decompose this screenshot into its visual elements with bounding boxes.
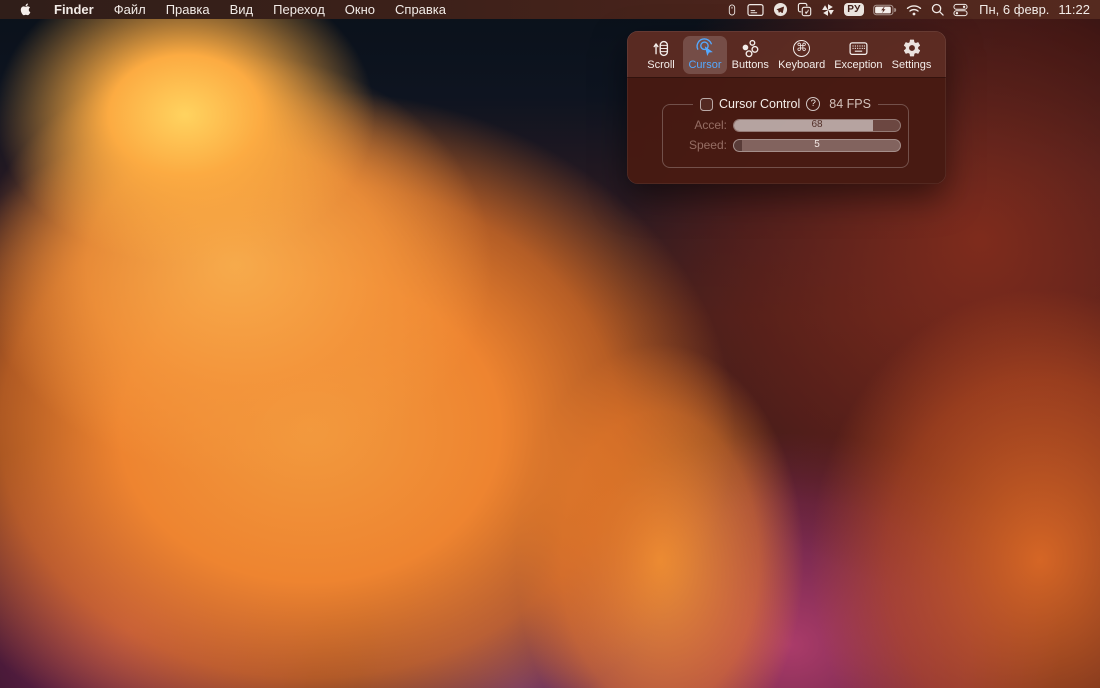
menu-bar-status-area: РУ — [726, 0, 1100, 19]
menu-app-name[interactable]: Finder — [44, 0, 104, 19]
menu-go[interactable]: Переход — [263, 0, 335, 19]
menu-help[interactable]: Справка — [385, 0, 456, 19]
tab-cursor-label: Cursor — [688, 59, 721, 71]
accel-slider[interactable]: 68 — [733, 119, 901, 132]
clock-time: 11:22 — [1058, 2, 1090, 17]
app-list-icon — [848, 38, 869, 59]
popover-tab-bar: Scroll Cursor — [627, 31, 946, 77]
cursor-click-icon — [695, 38, 716, 59]
speed-slider-row: Speed: 5 — [663, 138, 908, 152]
tab-scroll[interactable]: Scroll — [639, 36, 683, 74]
accel-slider-row: Accel: 68 — [663, 118, 908, 132]
accel-label: Accel: — [675, 118, 727, 132]
tab-cursor[interactable]: Cursor — [683, 36, 727, 74]
cursor-tab-content: Cursor Control ? 84 FPS Accel: 68 Speed: — [627, 77, 946, 184]
help-icon[interactable]: ? — [806, 97, 820, 111]
accel-value: 68 — [734, 120, 900, 131]
battery-icon[interactable] — [873, 4, 897, 16]
tab-buttons[interactable]: Buttons — [727, 36, 774, 74]
menu-bar-clock[interactable]: Пн, 6 февр. 11:22 — [977, 2, 1090, 17]
display-icon[interactable] — [747, 3, 764, 17]
speed-label: Speed: — [675, 138, 727, 152]
tab-settings-label: Settings — [892, 59, 932, 71]
tab-keyboard-label: Keyboard — [778, 59, 825, 71]
wifi-icon[interactable] — [906, 4, 922, 16]
desktop: Finder Файл Правка Вид Переход Окно Спра… — [0, 0, 1100, 688]
tab-settings[interactable]: Settings — [887, 36, 936, 74]
cursor-control-header: Cursor Control ? 84 FPS — [700, 97, 871, 111]
menu-bar: Finder Файл Правка Вид Переход Окно Спра… — [0, 0, 1100, 19]
tab-buttons-label: Buttons — [732, 59, 769, 71]
cursor-control-checkbox[interactable] — [700, 98, 713, 111]
mouse-utility-icon[interactable] — [726, 2, 738, 18]
speed-slider[interactable]: 5 — [733, 139, 901, 152]
mouse-buttons-icon — [740, 38, 761, 59]
gear-icon — [902, 38, 922, 59]
menu-edit[interactable]: Правка — [156, 0, 220, 19]
tab-exception-label: Exception — [834, 59, 882, 71]
tab-exception[interactable]: Exception — [830, 36, 887, 74]
input-source-badge[interactable]: РУ — [844, 3, 864, 16]
telegram-icon[interactable] — [773, 2, 788, 17]
cursor-control-group: Cursor Control ? 84 FPS Accel: 68 Speed: — [662, 97, 909, 168]
speed-value: 5 — [734, 140, 900, 151]
menu-window[interactable]: Окно — [335, 0, 385, 19]
fan-icon[interactable] — [821, 3, 835, 17]
menu-view[interactable]: Вид — [220, 0, 264, 19]
toggles-icon[interactable] — [953, 3, 968, 17]
menu-bar-left: Finder Файл Правка Вид Переход Окно Спра… — [0, 0, 456, 19]
scroll-wheel-icon — [651, 38, 672, 59]
tab-keyboard[interactable]: ⌘ Keyboard — [774, 36, 830, 74]
search-icon[interactable] — [931, 3, 944, 16]
window-switcher-icon[interactable] — [797, 2, 812, 17]
tab-scroll-label: Scroll — [647, 59, 675, 71]
cursor-control-label: Cursor Control — [719, 97, 800, 111]
command-key-icon: ⌘ — [793, 38, 810, 59]
mouse-settings-popover: Scroll Cursor — [627, 31, 946, 184]
apple-menu[interactable] — [11, 0, 44, 19]
fps-readout: 84 FPS — [829, 97, 871, 111]
menu-file[interactable]: Файл — [104, 0, 156, 19]
apple-logo-icon — [19, 2, 32, 17]
clock-date: Пн, 6 февр. — [979, 2, 1049, 17]
